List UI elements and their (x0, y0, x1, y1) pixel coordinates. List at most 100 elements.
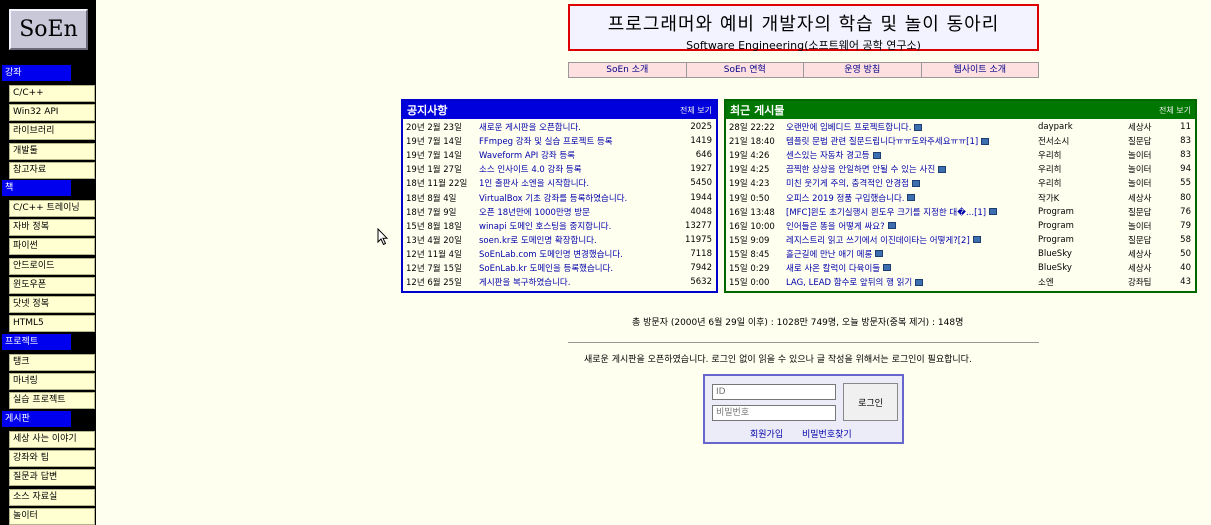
post-author: BlueSky (1038, 262, 1072, 273)
recent-board-header: 최근 게시물 전체 보기 (726, 101, 1195, 119)
post-title-link[interactable]: 오랜만에 임베디드 프로젝트합니다. (786, 121, 1036, 133)
nav-about-soen[interactable]: SoEn 소개 (569, 63, 687, 77)
new-post-icon (872, 151, 881, 159)
signup-link[interactable]: 회원가입 (750, 427, 783, 440)
login-button[interactable]: 로그인 (843, 383, 898, 421)
recent-row: 19일 4:23 미친 웃기게 주의, 충격적인 안경점 우리히 놀이터 55 (726, 176, 1195, 190)
site-banner: 프로그래머와 예비 개발자의 학습 및 놀이 동아리 Software Engi… (568, 4, 1039, 52)
sidebar-item[interactable]: 세상 사는 이야기 (9, 431, 95, 448)
notice-title-link[interactable]: winapi 도메인 호스팅을 중지합니다. (479, 220, 680, 232)
notice-view-all-link[interactable]: 전체 보기 (680, 105, 712, 116)
post-title-link[interactable]: 미친 웃기게 주의, 충격적인 안경점 (786, 177, 1036, 189)
post-title-link[interactable]: 레지스트리 읽고 쓰기에서 이진데이타는 어떻게?[2] (786, 234, 1036, 246)
post-title-text: 템플릿 문법 관련 질문드립니다ㅠㅠ도와주세요ㅠㅠ[1] (786, 137, 979, 148)
notice-row: 13년 4월 20일 soen.kr로 도메인명 확장합니다. 11975 (403, 233, 716, 247)
nav-history[interactable]: SoEn 연혁 (686, 63, 804, 77)
notice-view-count: 5632 (690, 277, 712, 288)
post-title-link[interactable]: 흘근길에 만난 애기 메롱 (786, 248, 1036, 260)
notice-row: 19년 7월 14일 FFmpeg 강좌 및 실습 프로젝트 등록 1419 (403, 134, 716, 148)
sidebar-item[interactable]: 라이브러리 (9, 123, 95, 141)
sidebar-item[interactable]: 강좌와 팁 (9, 450, 95, 468)
post-view-count: 50 (1180, 248, 1191, 259)
new-post-icon (989, 208, 998, 216)
notice-view-count: 7118 (690, 248, 712, 259)
sidebar-item[interactable]: 윈도우폰 (9, 276, 95, 294)
notice-title-link[interactable]: FFmpeg 강좌 및 실습 프로젝트 등록 (479, 135, 680, 147)
notice-title-link[interactable]: 오픈 18년만에 1000만명 방문 (479, 206, 680, 218)
post-title-link[interactable]: 템플릿 문법 관련 질문드립니다ㅠㅠ도와주세요ㅠㅠ[1] (786, 135, 1036, 147)
post-title-link[interactable]: 오피스 2019 정품 구입했습니다. (786, 192, 1036, 204)
post-author: daypark (1038, 122, 1073, 133)
sidebar-item[interactable]: 실습 프로젝트 (9, 392, 95, 410)
find-password-link[interactable]: 비밀번호찾기 (802, 427, 852, 440)
sidebar-item[interactable]: Win32 API (9, 104, 95, 122)
sidebar-item[interactable]: HTML5 (9, 315, 95, 333)
sidebar-item[interactable]: C/C++ 트레이닝 (9, 200, 95, 217)
notice-title-link[interactable]: soen.kr로 도메인명 확장합니다. (479, 234, 680, 246)
new-post-icon (887, 222, 896, 230)
sidebar-heading[interactable]: 책 (2, 180, 71, 196)
password-input[interactable] (712, 405, 836, 421)
sidebar-item[interactable]: 닷넷 정복 (9, 296, 95, 313)
notice-title-link[interactable]: 소스 인사이트 4.0 강좌 등록 (479, 163, 680, 175)
notice-view-count: 1927 (690, 164, 712, 175)
recent-row: 28일 22:22 오랜만에 임베디드 프로젝트합니다. daypark 세상사 11 (726, 120, 1195, 134)
sidebar-item[interactable]: 파이썬 (9, 238, 95, 256)
notice-view-count: 646 (695, 150, 712, 161)
notice-date: 18년 8월 4일 (406, 193, 457, 204)
mouse-cursor-icon (377, 228, 389, 246)
nav-site-intro[interactable]: 웹사이트 소개 (921, 63, 1038, 77)
notice-title-link[interactable]: 1인 출판사 소엔을 시작합니다. (479, 177, 680, 189)
sidebar-item[interactable]: 참고자료 (9, 161, 95, 179)
sidebar-item[interactable]: 안드로이드 (9, 257, 95, 275)
post-date: 15일 8:45 (729, 249, 770, 260)
notice-row: 12년 11월 4일 SoEnLab.com 도메인명 변경했습니다. 7118 (403, 247, 716, 261)
notice-title-link[interactable]: 새로운 게시판을 오픈합니다. (479, 121, 680, 133)
sidebar-item[interactable]: 탱크 (9, 354, 95, 371)
sidebar: SoEn 강좌 C/C++ Win32 API 라이브러리 개발툴 참고자료 책 C/C++ … (0, 0, 96, 525)
post-title-link[interactable]: LAG, LEAD 함수로 앞뒤의 행 읽기 (786, 276, 1036, 288)
notice-title-link[interactable]: Waveform API 강좌 등록 (479, 149, 680, 161)
post-title-link[interactable]: [MFC]윈도 초기실행시 윈도우 크기를 지정한 대�...[1] (786, 206, 1036, 218)
post-title-text: 센스있는 자동차 경고등 (786, 151, 870, 162)
sidebar-item[interactable]: C/C++ (9, 85, 95, 102)
notice-title-link[interactable]: 게시판을 복구하였습니다. (479, 276, 680, 288)
sidebar-heading[interactable]: 게시판 (2, 411, 71, 427)
notice-title-link[interactable]: VirtualBox 기초 강좌를 등록하였습니다. (479, 192, 680, 204)
post-date: 21일 18:40 (729, 137, 775, 148)
post-title-text: 새로 사온 칼럭이 다육이들 (786, 263, 881, 274)
recent-row: 16일 13:48 [MFC]윈도 초기실행시 윈도우 크기를 지정한 대�...… (726, 205, 1195, 219)
recent-list: 28일 22:22 오랜만에 임베디드 프로젝트합니다. daypark 세상사 11 2… (726, 119, 1195, 289)
sidebar-item[interactable]: 자바 정복 (9, 219, 95, 237)
sidebar-item[interactable]: 놀이터 (9, 507, 95, 525)
notice-row: 19년 1월 27일 소스 인사이트 4.0 강좌 등록 1927 (403, 162, 716, 176)
post-title-link[interactable]: 끔찍한 상상을 안일하면 안될 수 있는 사진 (786, 163, 1036, 175)
sidebar-item[interactable]: 질문과 답변 (9, 469, 95, 487)
notice-view-count: 4048 (690, 206, 712, 217)
notice-view-count: 1944 (690, 192, 712, 203)
sidebar-heading[interactable]: 강좌 (2, 65, 71, 81)
post-date: 28일 22:22 (729, 123, 775, 134)
notice-row: 18년 8월 4일 VirtualBox 기초 강좌를 등록하였습니다. 1944 (403, 190, 716, 204)
sidebar-item[interactable]: 소스 자료실 (9, 488, 95, 506)
post-board: 질문답 (1128, 207, 1152, 218)
site-logo[interactable]: SoEn (9, 9, 88, 50)
post-title-link[interactable]: 센스있는 자동차 경고등 (786, 149, 1036, 161)
recent-view-all-link[interactable]: 전체 보기 (1159, 105, 1191, 116)
post-title-text: [MFC]윈도 초기실행시 윈도우 크기를 지정한 대�...[1] (786, 207, 987, 218)
post-board: 질문답 (1128, 235, 1152, 246)
post-title-text: 오랜만에 임베디드 프로젝트합니다. (786, 123, 912, 134)
notice-date: 15년 8월 18일 (406, 221, 462, 232)
sidebar-heading[interactable]: 프로젝트 (2, 334, 71, 350)
sidebar-item[interactable]: 마녀링 (9, 373, 95, 391)
notice-row: 12년 7월 15일 SoEnLab.kr 도메인을 등록했습니다. 7942 (403, 261, 716, 275)
notice-title-link[interactable]: SoEnLab.kr 도메인을 등록했습니다. (479, 262, 680, 274)
recent-row: 15일 0:00 LAG, LEAD 함수로 앞뒤의 행 읽기 소엔 강좌팁 43 (726, 275, 1195, 289)
notice-title-link[interactable]: SoEnLab.com 도메인명 변경했습니다. (479, 248, 680, 260)
post-title-link[interactable]: 새로 사온 칼럭이 다육이들 (786, 262, 1036, 274)
post-title-link[interactable]: 인어들은 똥을 어떻게 싸요? (786, 220, 1036, 232)
sidebar-item[interactable]: 개발툴 (9, 142, 95, 160)
nav-policy[interactable]: 운영 방침 (804, 63, 922, 77)
notice-date: 19년 7월 14일 (406, 137, 462, 148)
id-input[interactable] (712, 384, 836, 400)
